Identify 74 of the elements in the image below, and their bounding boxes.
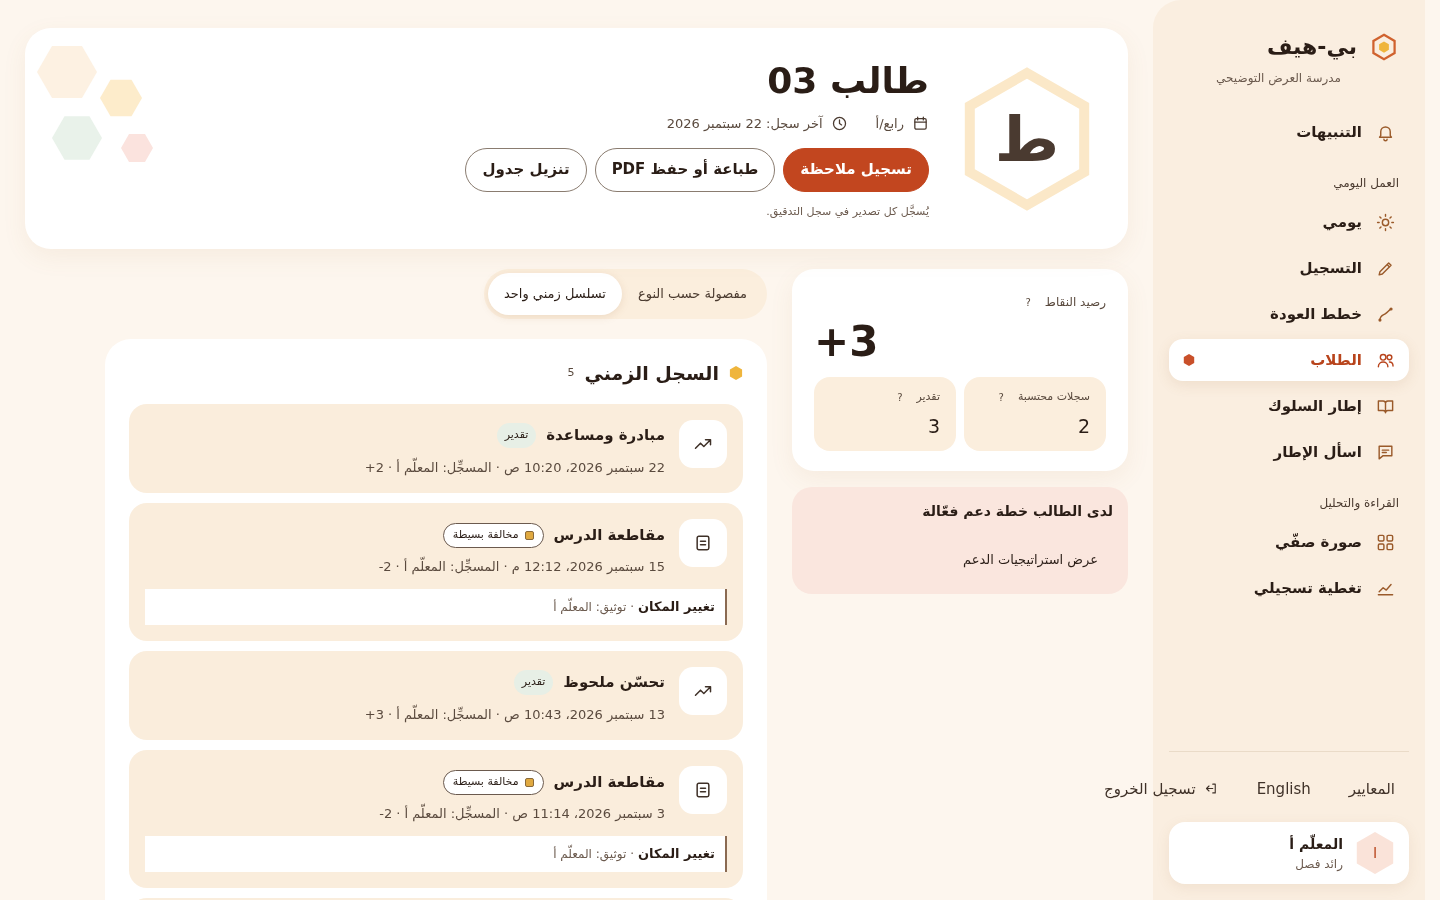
view-tab[interactable]: تسلسل زمني واحد (487, 273, 622, 315)
avatar-hexagon (1355, 831, 1395, 875)
user-name: المعلّم أ (1289, 833, 1343, 854)
points-change: -2 (378, 558, 392, 576)
points-label: رصيد النقاط (1044, 294, 1106, 311)
entry-title: مقاطعة الدرس (553, 771, 665, 793)
entry-title: مقاطعة الدرس (553, 524, 665, 546)
footer-link[interactable]: English (1256, 777, 1311, 800)
severity-label: مخالفة بسيطة (452, 526, 519, 543)
stat-value: 2 (1076, 413, 1090, 439)
document-icon (693, 533, 713, 553)
entry-title: تحسّن ملحوظ (563, 672, 665, 694)
audit-note: يُسجَّل كل تصدير في سجل التدقيق. (765, 203, 929, 220)
hexagon-logo-icon (1369, 31, 1399, 62)
category-tag: تقدير (513, 670, 554, 695)
view-tab[interactable]: مفصولة حسب النوع (621, 273, 763, 315)
sun-icon (1376, 212, 1395, 232)
note-title: تغيير المكان (637, 844, 715, 863)
points-change: -2 (379, 805, 393, 823)
support-strategies-link[interactable]: عرض استراتيجيات الدعم (963, 550, 1098, 570)
category-tag: تقدير (496, 423, 537, 448)
points-change: +2 (364, 458, 384, 477)
school-name: مدرسة العرض التوضيحي (1215, 70, 1342, 87)
chat-icon (1376, 442, 1395, 462)
stat-label: سجلات محتسبة (1017, 389, 1090, 405)
class-label: رابع/أ (875, 114, 904, 134)
user-card[interactable]: ا المعلّم أ رائد فصل (1169, 822, 1409, 884)
help-icon[interactable]: ? (998, 389, 1004, 405)
entry-title: مبادرة ومساعدة (546, 425, 665, 447)
action-button[interactable]: تنزيل جدول (465, 147, 587, 192)
stat-label: تقدير (916, 389, 940, 405)
note-detail: · توثيق: المعلّم أ (553, 597, 634, 616)
entry-meta: 15 سبتمبر 2026، 12:12 م · المسجِّل: المعلّم أ · (395, 557, 665, 577)
points-change: +3 (364, 705, 384, 724)
record-note-button[interactable]: تسجيل ملاحظة (783, 147, 929, 192)
avatar-initial: ط (994, 101, 1060, 178)
grid-icon (1376, 532, 1395, 552)
avatar-initial: ا (1372, 842, 1378, 864)
nav-section-title: القراءة والتحليل (1318, 495, 1400, 513)
nav-item[interactable]: خطط العودة (1169, 293, 1409, 335)
nav-item[interactable]: إطار السلوك (1169, 385, 1409, 427)
stat-value: 3 (926, 413, 940, 439)
logout-icon (1203, 781, 1219, 797)
nav-item[interactable]: صورة صفّي (1169, 521, 1409, 563)
nav-item[interactable]: التنبيهات (1169, 111, 1409, 153)
clock-icon (830, 115, 848, 133)
severity-label: مخالفة بسيطة (452, 773, 519, 790)
nav-section-title: العمل اليومي (1332, 175, 1400, 193)
entry-meta: 13 سبتمبر 2026، 10:43 ص · المسجِّل: المعلّم أ · (387, 704, 665, 724)
hexagon-icon (729, 366, 743, 381)
points-value: +3 (814, 317, 880, 367)
footer-link[interactable]: المعايير (1348, 777, 1395, 800)
nav-item[interactable]: اسأل الإطار (1169, 431, 1409, 473)
brand-name: بي-هيف (1266, 33, 1357, 62)
nav-item[interactable]: الطلاب (1169, 339, 1409, 381)
student-name: طالب 03 (766, 59, 929, 103)
entry-meta: 3 سبتمبر 2026، 11:14 ص · المسجِّل: المعلّم أ · (396, 804, 665, 824)
note-title: تغيير المكان (637, 597, 715, 616)
footer-link[interactable]: تسجيل الخروج (1104, 777, 1219, 800)
support-plan-text: لدى الطالب خطة دعم فعّالة (921, 502, 1113, 521)
last-record-date: آخر سجل: 22 سبتمبر 2026 (666, 114, 823, 134)
timeline-title: السجل الزمني (584, 361, 719, 387)
nav-item[interactable]: يومي (1169, 201, 1409, 243)
document-icon (693, 780, 713, 800)
help-icon[interactable]: ? (897, 389, 903, 405)
nav-item[interactable]: التسجيل (1169, 247, 1409, 289)
entry-meta: 22 سبتمبر 2026، 10:20 ص · المسجِّل: المعلّم أ · (387, 457, 665, 477)
help-icon[interactable]: ? (1025, 294, 1031, 310)
nav-item[interactable]: تغطية تسجيلي (1169, 567, 1409, 609)
calendar-icon (912, 115, 929, 133)
user-role: رائد فصل (1294, 855, 1343, 873)
entry-count: 5 (567, 365, 575, 381)
action-button[interactable]: طباعة أو حفظ PDF (594, 147, 776, 192)
note-detail: · توثيق: المعلّم أ (553, 844, 634, 863)
